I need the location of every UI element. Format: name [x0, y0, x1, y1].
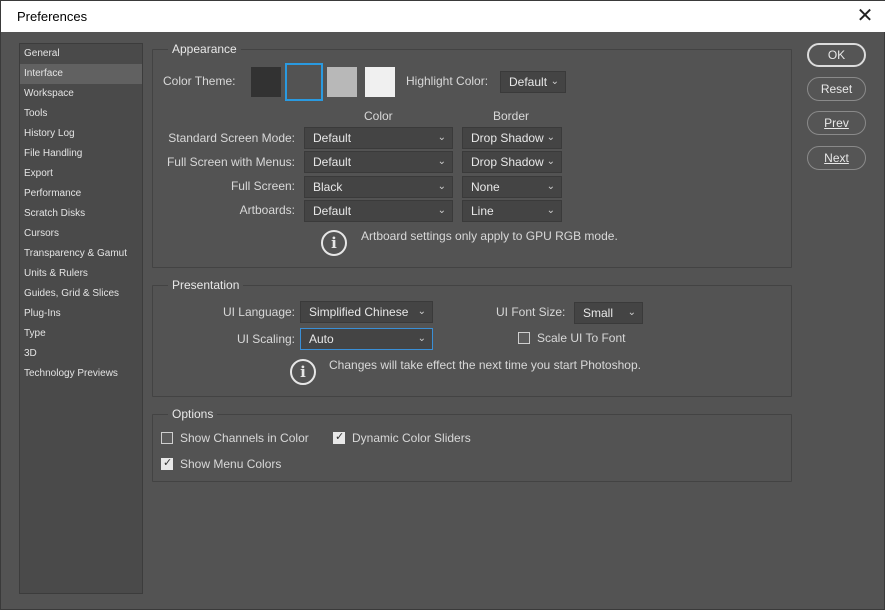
sidebar-item-tools[interactable]: Tools [20, 104, 142, 124]
reset-button[interactable]: Reset [807, 77, 866, 101]
sidebar-item-guides-grid-slices[interactable]: Guides, Grid & Slices [20, 284, 142, 304]
sidebar-item-transparency-gamut[interactable]: Transparency & Gamut [20, 244, 142, 264]
chevron-down-icon: ⌄ [417, 306, 426, 317]
preferences-dialog: Preferences ✕ General Interface Workspac… [0, 0, 885, 610]
highlight-color-label: Highlight Color: [406, 74, 489, 88]
ui-language-label: UI Language: [222, 305, 295, 319]
ui-font-size-select[interactable]: Small ⌄ [574, 302, 643, 324]
sidebar-item-3d[interactable]: 3D [20, 344, 142, 364]
chevron-down-icon: ⌄ [546, 156, 555, 167]
sidebar-item-interface[interactable]: Interface [20, 64, 142, 84]
full-screen-label: Full Screen: [230, 179, 295, 193]
select-value: Line [471, 204, 494, 218]
full-screen-color-select[interactable]: Black ⌄ [304, 176, 453, 198]
sidebar-item-general[interactable]: General [20, 44, 142, 64]
color-column-header: Color [364, 109, 393, 123]
next-button[interactable]: Next [807, 146, 866, 170]
chevron-down-icon: ⌄ [437, 132, 446, 143]
scale-ui-to-font-label[interactable]: Scale UI To Font [537, 331, 626, 345]
theme-swatch-darkest[interactable] [251, 67, 281, 97]
select-value: Default [313, 131, 352, 145]
title-bar: Preferences ✕ [1, 1, 885, 32]
appearance-title: Appearance [168, 42, 241, 56]
select-value: Drop Shadow [471, 131, 544, 145]
info-icon: i [290, 359, 316, 385]
artboards-label: Artboards: [239, 203, 295, 217]
sidebar-item-plug-ins[interactable]: Plug-Ins [20, 304, 142, 324]
ui-scaling-label: UI Scaling: [236, 332, 295, 346]
preferences-sidebar: General Interface Workspace Tools Histor… [19, 43, 143, 594]
theme-swatch-medium-dark[interactable] [285, 63, 323, 101]
artboards-border-select[interactable]: Line ⌄ [462, 200, 562, 222]
color-theme-label: Color Theme: [163, 74, 236, 88]
prev-button-label: Prev [824, 116, 849, 130]
sidebar-item-performance[interactable]: Performance [20, 184, 142, 204]
select-value: Simplified Chinese [309, 305, 409, 319]
theme-swatch-medium-light[interactable] [327, 67, 357, 97]
chevron-down-icon: ⌄ [437, 156, 446, 167]
ui-language-select[interactable]: Simplified Chinese ⌄ [300, 301, 433, 323]
artboard-note: Artboard settings only apply to GPU RGB … [361, 229, 618, 243]
standard-screen-border-select[interactable]: Drop Shadow ⌄ [462, 127, 562, 149]
select-value: Small [583, 306, 614, 320]
next-button-label: Next [824, 151, 849, 165]
sidebar-item-history-log[interactable]: History Log [20, 124, 142, 144]
show-menu-colors-label[interactable]: Show Menu Colors [180, 457, 281, 471]
chevron-down-icon: ⌄ [546, 132, 555, 143]
dynamic-color-sliders-checkbox[interactable] [333, 430, 345, 444]
ok-button[interactable]: OK [807, 43, 866, 67]
show-menu-colors-checkbox[interactable] [161, 456, 173, 470]
sidebar-item-export[interactable]: Export [20, 164, 142, 184]
standard-screen-mode-label: Standard Screen Mode: [168, 131, 295, 145]
ui-scaling-select[interactable]: Auto ⌄ [300, 328, 433, 350]
select-value: Black [313, 180, 343, 194]
sidebar-item-cursors[interactable]: Cursors [20, 224, 142, 244]
chevron-down-icon: ⌄ [437, 205, 446, 216]
border-column-header: Border [493, 109, 530, 123]
full-screen-menus-color-select[interactable]: Default ⌄ [304, 151, 453, 173]
close-icon[interactable]: ✕ [850, 3, 880, 29]
presentation-title: Presentation [168, 278, 244, 292]
chevron-down-icon: ⌄ [627, 307, 636, 318]
select-value: Drop Shadow [471, 155, 544, 169]
restart-note: Changes will take effect the next time y… [329, 358, 641, 372]
chevron-down-icon: ⌄ [417, 333, 426, 344]
theme-swatch-lightest[interactable] [365, 67, 395, 97]
options-group [152, 414, 792, 482]
chevron-down-icon: ⌄ [546, 205, 555, 216]
full-screen-menus-border-select[interactable]: Drop Shadow ⌄ [462, 151, 562, 173]
show-channels-in-color-checkbox[interactable] [161, 432, 173, 444]
scale-ui-to-font-checkbox[interactable] [518, 332, 530, 344]
sidebar-item-file-handling[interactable]: File Handling [20, 144, 142, 164]
highlight-color-select[interactable]: Default ⌄ [500, 71, 566, 93]
sidebar-item-units-rulers[interactable]: Units & Rulers [20, 264, 142, 284]
sidebar-item-type[interactable]: Type [20, 324, 142, 344]
select-value: Default [313, 204, 352, 218]
chevron-down-icon: ⌄ [546, 181, 555, 192]
full-screen-menus-label: Full Screen with Menus: [166, 155, 295, 169]
options-title: Options [168, 407, 218, 421]
select-value: None [471, 180, 500, 194]
sidebar-item-workspace[interactable]: Workspace [20, 84, 142, 104]
prev-button[interactable]: Prev [807, 111, 866, 135]
ui-font-size-label: UI Font Size: [496, 305, 566, 319]
sidebar-item-scratch-disks[interactable]: Scratch Disks [20, 204, 142, 224]
chevron-down-icon: ⌄ [550, 76, 559, 87]
chevron-down-icon: ⌄ [437, 181, 446, 192]
select-value: Default [313, 155, 352, 169]
window-title: Preferences [17, 9, 88, 24]
info-icon: i [321, 230, 347, 256]
highlight-color-value: Default [509, 75, 548, 89]
dynamic-color-sliders-label[interactable]: Dynamic Color Sliders [352, 431, 471, 445]
artboards-color-select[interactable]: Default ⌄ [304, 200, 453, 222]
show-channels-in-color-label[interactable]: Show Channels in Color [180, 431, 309, 445]
sidebar-item-technology-previews[interactable]: Technology Previews [20, 364, 142, 384]
select-value: Auto [309, 332, 334, 346]
full-screen-border-select[interactable]: None ⌄ [462, 176, 562, 198]
standard-screen-color-select[interactable]: Default ⌄ [304, 127, 453, 149]
